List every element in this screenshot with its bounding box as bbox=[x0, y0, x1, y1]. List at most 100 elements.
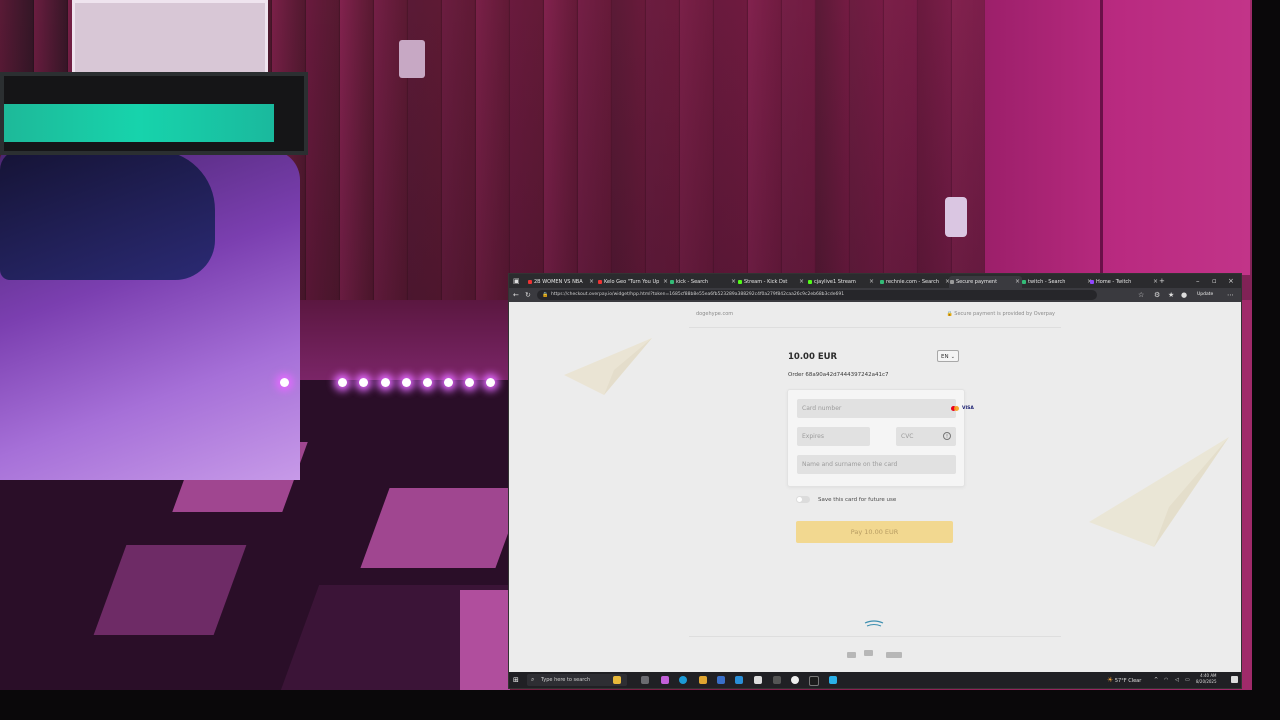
extensions-icon[interactable]: ⚙ bbox=[1154, 290, 1160, 300]
taskbar-clock[interactable]: 4:40 AM 8/20/2025 bbox=[1196, 673, 1217, 685]
tab-favicon-icon bbox=[528, 280, 532, 284]
tab-close-icon[interactable]: × bbox=[869, 276, 874, 288]
favorites-icon[interactable]: ★ bbox=[1168, 290, 1174, 300]
expires-field[interactable]: Expires bbox=[797, 427, 870, 446]
edge-icon[interactable] bbox=[679, 676, 687, 684]
payment-page: dogehype.com 🔒 Secure payment is provide… bbox=[509, 302, 1241, 672]
notification-icon[interactable] bbox=[1231, 676, 1238, 683]
tab[interactable]: Stream - Kick Dst × bbox=[737, 276, 806, 288]
led-light bbox=[486, 378, 495, 387]
wall-outlet bbox=[399, 40, 425, 78]
frame-edge bbox=[0, 690, 1280, 720]
card-form: Card number VISA Expires CVC ! Name and … bbox=[787, 389, 974, 487]
url-field[interactable]: 🔒 https://checkout.overpay.io/widget/hpp… bbox=[537, 290, 1097, 300]
battery-icon[interactable]: ▭ bbox=[1185, 673, 1190, 687]
tab-favicon-icon bbox=[598, 280, 602, 284]
tab[interactable]: Kelo Geo "Turn You Up × bbox=[597, 276, 670, 288]
merchant-site: dogehype.com bbox=[696, 311, 734, 317]
mastercard-secure-icon bbox=[864, 650, 873, 656]
tab-favicon-icon bbox=[880, 280, 884, 284]
led-light bbox=[465, 378, 474, 387]
search-icon: ⌕ bbox=[531, 676, 535, 683]
tab[interactable]: kick - Search × bbox=[669, 276, 738, 288]
weather-text: 57°F Clear bbox=[1114, 678, 1142, 684]
more-menu-icon[interactable]: ⋯ bbox=[1227, 290, 1234, 300]
weather-widget[interactable]: ☀ 57°F Clear bbox=[1107, 673, 1141, 688]
wall-lower bbox=[300, 300, 510, 380]
app-icon[interactable] bbox=[754, 676, 762, 684]
back-icon[interactable]: ← bbox=[513, 290, 519, 300]
tab[interactable]: cjaylive1 Stream × bbox=[807, 276, 876, 288]
url-text: https://checkout.overpay.io/widget/hpp.h… bbox=[551, 292, 845, 297]
tab[interactable]: Home - Twitch × bbox=[1089, 276, 1160, 288]
weather-sun-icon: ☀ bbox=[1107, 676, 1114, 684]
cardholder-name-field[interactable]: Name and surname on the card bbox=[797, 455, 956, 474]
update-button[interactable]: Update bbox=[1194, 290, 1216, 300]
close-window-icon[interactable]: × bbox=[1228, 275, 1234, 287]
language-value: EN bbox=[941, 354, 949, 360]
tab[interactable]: 2B WOMEN VS NBA × bbox=[527, 276, 596, 288]
chevron-down-icon: ⌄ bbox=[950, 354, 955, 360]
maximize-icon[interactable]: ▫ bbox=[1212, 275, 1217, 287]
taskbar: ⊞ ⌕ Type here to search ☀ 57°F Clear ^ ◠… bbox=[509, 672, 1241, 688]
tab-active[interactable]: Secure payment × bbox=[949, 276, 1022, 288]
file-explorer-icon[interactable] bbox=[699, 676, 707, 684]
taskbar-search[interactable]: ⌕ Type here to search bbox=[527, 674, 627, 686]
copilot-icon[interactable] bbox=[613, 676, 621, 684]
floor-tile bbox=[460, 590, 510, 690]
windows-start-icon[interactable]: ⊞ bbox=[513, 676, 519, 684]
paper-plane-decoration-icon bbox=[564, 338, 652, 395]
browser-window: ▣ 2B WOMEN VS NBA × Kelo Geo "Turn You U… bbox=[509, 274, 1241, 688]
info-icon[interactable]: ! bbox=[943, 432, 951, 440]
tab-close-icon[interactable]: × bbox=[799, 276, 804, 288]
obs-icon[interactable] bbox=[791, 676, 799, 684]
ceiling-vent bbox=[72, 0, 268, 78]
store-icon[interactable] bbox=[717, 676, 725, 684]
task-view-icon[interactable] bbox=[641, 676, 649, 684]
window-menu-icon[interactable]: ▣ bbox=[513, 275, 520, 287]
app-icon[interactable] bbox=[661, 676, 669, 684]
tab-close-icon[interactable]: × bbox=[663, 276, 668, 288]
save-card-toggle[interactable] bbox=[796, 496, 810, 503]
minimize-icon[interactable]: – bbox=[1196, 275, 1200, 287]
wall-plug bbox=[945, 197, 967, 237]
app-icon[interactable] bbox=[809, 676, 819, 686]
new-tab-icon[interactable]: + bbox=[1159, 275, 1165, 287]
tab-close-icon[interactable]: × bbox=[1153, 276, 1158, 288]
tab-close-icon[interactable]: × bbox=[731, 276, 736, 288]
card-number-field[interactable]: Card number VISA bbox=[797, 399, 974, 418]
profile-avatar-icon[interactable]: ● bbox=[1181, 290, 1187, 300]
tray-chevron-icon[interactable]: ^ bbox=[1154, 673, 1158, 687]
search-placeholder: Type here to search bbox=[541, 677, 591, 683]
favorite-star-icon[interactable]: ☆ bbox=[1138, 290, 1144, 300]
floor-tile bbox=[360, 488, 525, 568]
clock-date: 8/20/2025 bbox=[1196, 679, 1217, 684]
app-icon[interactable] bbox=[773, 676, 781, 684]
cvc-field[interactable]: CVC ! bbox=[896, 427, 956, 446]
tab[interactable]: rechnie.com - Search × bbox=[879, 276, 952, 288]
address-bar: ← ↻ 🔒 https://checkout.overpay.io/widget… bbox=[509, 288, 1241, 302]
mail-icon[interactable] bbox=[735, 676, 743, 684]
led-glow bbox=[4, 104, 274, 142]
secure-payment-text: Secure payment is provided by Overpay bbox=[954, 311, 1055, 317]
tab-close-icon[interactable]: × bbox=[1015, 276, 1020, 288]
tab-close-icon[interactable]: × bbox=[589, 276, 594, 288]
network-icon[interactable]: ◠ bbox=[1164, 673, 1168, 687]
visa-icon: VISA bbox=[962, 406, 974, 411]
frame-edge bbox=[1252, 0, 1280, 720]
pay-button[interactable]: Pay 10.00 EUR bbox=[796, 521, 953, 543]
expires-placeholder: Expires bbox=[802, 433, 824, 440]
reload-icon[interactable]: ↻ bbox=[525, 290, 531, 300]
language-select[interactable]: EN ⌄ bbox=[937, 350, 959, 362]
cvc-placeholder: CVC bbox=[901, 433, 914, 440]
app-icon[interactable] bbox=[829, 676, 837, 684]
volume-icon[interactable]: ◁ bbox=[1175, 673, 1179, 687]
led-light bbox=[444, 378, 453, 387]
order-id: Order 68a90a42d7444397242a41c7 bbox=[788, 372, 889, 378]
lock-icon: 🔒 bbox=[542, 292, 549, 298]
overpay-logo-icon bbox=[864, 620, 884, 627]
tab[interactable]: twitch - Search × bbox=[1021, 276, 1094, 288]
tab-favicon-icon bbox=[950, 280, 954, 284]
footer-divider bbox=[689, 636, 1061, 637]
tab-label: rechnie.com - Search bbox=[886, 279, 940, 285]
